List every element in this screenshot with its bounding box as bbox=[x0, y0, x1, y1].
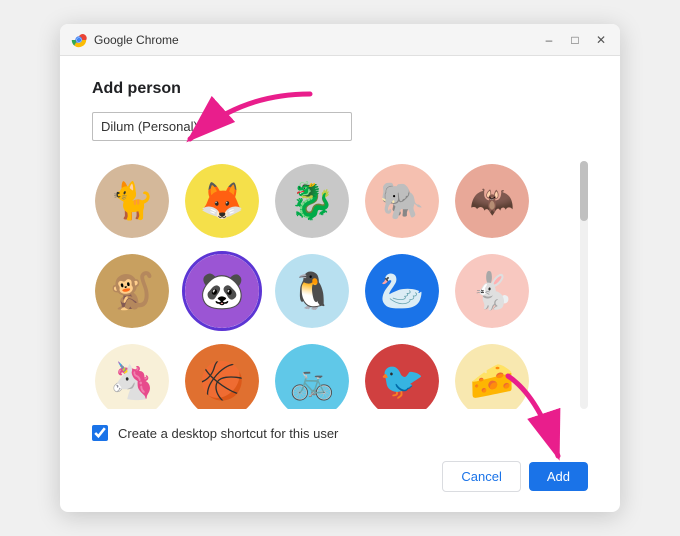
avatar-item[interactable]: 🦄 bbox=[92, 341, 172, 409]
avatar-item[interactable]: 🚲 bbox=[272, 341, 352, 409]
buttons-row: Cancel Add bbox=[92, 461, 588, 492]
avatar-item[interactable]: 🐉 bbox=[272, 161, 352, 241]
avatar-item[interactable]: 🏀 bbox=[182, 341, 262, 409]
name-input[interactable] bbox=[92, 112, 352, 141]
scrollbar-track bbox=[580, 161, 588, 409]
avatars-section: 🐈🦊🐉🐘🦇 🐒🐼🐧🦢🐇 🦄🏀🚲🐦🧀 bbox=[92, 161, 588, 409]
avatar-item[interactable]: 🐧 bbox=[272, 251, 352, 331]
maximize-button[interactable]: □ bbox=[566, 31, 584, 49]
name-input-row bbox=[92, 112, 588, 141]
avatars-grid: 🐈🦊🐉🐘🦇 🐒🐼🐧🦢🐇 🦄🏀🚲🐦🧀 bbox=[92, 161, 588, 409]
avatar-item[interactable]: 🐇 bbox=[452, 251, 532, 331]
dialog-heading: Add person bbox=[92, 80, 588, 98]
avatar-item[interactable]: 🐦 bbox=[362, 341, 442, 409]
avatar-item[interactable]: 🐒 bbox=[92, 251, 172, 331]
avatar-item[interactable]: 🐈 bbox=[92, 161, 172, 241]
avatar-item[interactable]: 🦢 bbox=[362, 251, 442, 331]
avatar-item[interactable]: 🐘 bbox=[362, 161, 442, 241]
chrome-logo-icon bbox=[70, 31, 88, 49]
checkbox-label: Create a desktop shortcut for this user bbox=[118, 426, 338, 441]
window-controls: – □ ✕ bbox=[540, 31, 610, 49]
cancel-button[interactable]: Cancel bbox=[442, 461, 520, 492]
avatar-item[interactable]: 🦊 bbox=[182, 161, 262, 241]
add-button[interactable]: Add bbox=[529, 462, 588, 491]
avatar-item[interactable]: 🦇 bbox=[452, 161, 532, 241]
dialog-content: Add person 🐈🦊🐉🐘🦇 🐒🐼🐧🦢🐇 🦄🏀🚲🐦🧀 Create a desk… bbox=[60, 56, 620, 512]
minimize-button[interactable]: – bbox=[540, 31, 558, 49]
close-button[interactable]: ✕ bbox=[592, 31, 610, 49]
title-bar: Google Chrome – □ ✕ bbox=[60, 24, 620, 56]
checkbox-row: Create a desktop shortcut for this user bbox=[92, 425, 588, 441]
desktop-shortcut-checkbox[interactable] bbox=[92, 425, 108, 441]
avatar-item[interactable]: 🧀 bbox=[452, 341, 532, 409]
scrollbar-thumb[interactable] bbox=[580, 161, 588, 221]
avatar-item[interactable]: 🐼 bbox=[182, 251, 262, 331]
dialog-window: Google Chrome – □ ✕ Add person 🐈🦊🐉🐘🦇 bbox=[60, 24, 620, 512]
window-title: Google Chrome bbox=[94, 33, 540, 47]
